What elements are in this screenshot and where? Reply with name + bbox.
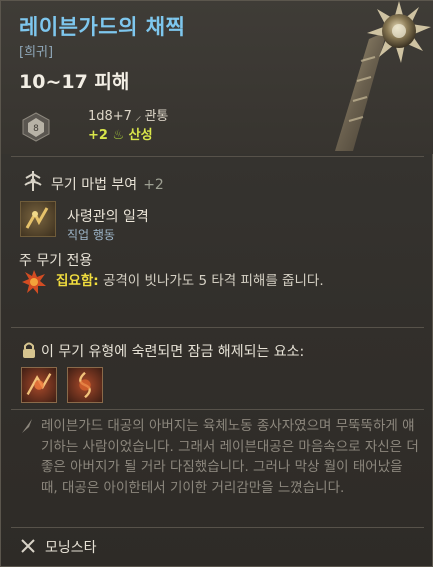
d8-die-icon: 8	[22, 112, 50, 142]
weapon-image	[335, 1, 431, 151]
enchantment-value: +2	[143, 177, 164, 193]
stat-bonus: +2	[88, 128, 108, 143]
stat-bonus-line: +2 ♨ 산성	[88, 124, 153, 143]
acid-icon: ♨	[112, 128, 125, 143]
proficiency-unlock-text: 이 무기 유형에 숙련되면 잠금 해제되는 요소:	[41, 344, 305, 360]
crossed-weapons-icon	[21, 539, 35, 553]
lock-icon	[23, 342, 35, 358]
damage-type: 관통	[144, 109, 169, 124]
divider	[11, 156, 424, 157]
stat-name: 산성	[128, 128, 153, 143]
proficiency-action-icon[interactable]	[67, 367, 103, 403]
enchant-icon	[24, 171, 42, 191]
mainhand-only-label: 주 무기 전용	[19, 253, 93, 269]
skill-name: 사령관의 일격	[67, 209, 149, 225]
tenacity-text: 공격이 빗나가도 5 타격 피해를 줍니다.	[102, 273, 324, 289]
lore-text: 레이븐가드 대공의 아버지는 육체노동 종사자였으며 무뚝뚝하게 얘기하는 사람…	[41, 418, 419, 496]
divider	[11, 527, 424, 528]
item-rarity: [희귀]	[19, 45, 54, 60]
damage-range: 10~17 피해	[19, 71, 130, 93]
proficiency-action-icon[interactable]	[21, 367, 57, 403]
divider	[11, 409, 424, 410]
quill-icon	[22, 419, 32, 433]
tenacity-label: 집요함:	[56, 273, 99, 289]
item-title: 레이븐가드의 채찍	[19, 15, 186, 39]
skill-category: 직업 행동	[67, 228, 115, 242]
weapon-type: 모닝스타	[45, 540, 97, 556]
die-face-label: 8	[33, 124, 39, 134]
piercing-icon: ⸝	[134, 109, 142, 124]
enchantment-label: 무기 마법 부여	[51, 177, 138, 193]
item-tooltip: 레이븐가드의 채찍 [희귀] 10~17 피해 8 1d8+7 ⸝ 관통 +2 ♨ …	[0, 0, 433, 567]
tenacity-icon	[22, 270, 46, 294]
enchantment-row: 무기 마법 부여 +2	[51, 174, 164, 194]
divider	[11, 327, 424, 328]
damage-dice: 1d8+7	[88, 109, 132, 124]
tenacity-description: 집요함: 공격이 빗나가도 5 타격 피해를 줍니다.	[56, 271, 356, 291]
damage-dice-line: 1d8+7 ⸝ 관통	[88, 105, 168, 124]
commanders-strike-skill-icon[interactable]	[20, 201, 56, 237]
